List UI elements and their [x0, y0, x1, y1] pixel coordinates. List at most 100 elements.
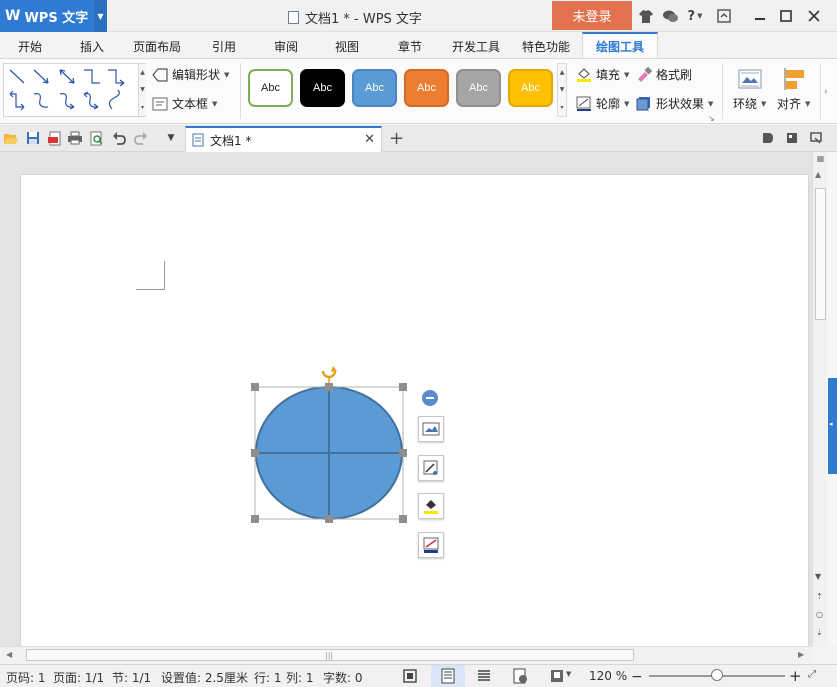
- shape-style-6[interactable]: Abc: [508, 69, 553, 107]
- tab-special-features[interactable]: 特色功能: [522, 38, 570, 55]
- fit-window-icon[interactable]: ⤢: [808, 669, 816, 680]
- edit-shape-button[interactable]: 编辑形状 ▼: [152, 66, 229, 83]
- tab-developer[interactable]: 开发工具: [452, 38, 500, 55]
- wrap-button[interactable]: 环绕 ▼: [733, 95, 766, 112]
- caret-down-icon[interactable]: ▼: [140, 86, 145, 93]
- document-tab-title: 文档1 *: [210, 133, 252, 148]
- redo-icon[interactable]: [133, 130, 149, 146]
- open-folder-icon[interactable]: [3, 130, 19, 146]
- fill-button[interactable]: 填充 ▼: [576, 66, 629, 83]
- web-view-icon[interactable]: [512, 668, 528, 684]
- align-icon[interactable]: [783, 67, 807, 91]
- zoom-slider[interactable]: [649, 669, 785, 681]
- zoom-level[interactable]: 120 %: [589, 669, 627, 683]
- zoom-slider-knob[interactable]: [711, 669, 723, 681]
- wrap-icon[interactable]: [738, 69, 762, 89]
- ribbon-scroll-right-icon[interactable]: ›: [824, 87, 828, 97]
- shape-style-3[interactable]: Abc: [352, 69, 397, 107]
- maximize-icon[interactable]: [776, 6, 796, 26]
- next-page-icon[interactable]: ⇣: [816, 628, 823, 637]
- restore-window-icon[interactable]: [714, 6, 734, 26]
- shape-style-2[interactable]: Abc: [300, 69, 345, 107]
- wrap-layout-tool[interactable]: [418, 416, 444, 442]
- select-browse-object-icon[interactable]: ○: [816, 610, 823, 619]
- previous-page-icon[interactable]: ⇡: [816, 592, 823, 601]
- dialog-launcher-icon[interactable]: ↘: [708, 114, 715, 123]
- outline-view-icon[interactable]: [476, 668, 492, 684]
- save-icon[interactable]: [25, 130, 41, 146]
- close-icon[interactable]: [804, 6, 824, 26]
- skin-icon[interactable]: [636, 6, 656, 26]
- format-painter-button[interactable]: 格式刷: [636, 66, 692, 83]
- minimize-icon[interactable]: [750, 6, 770, 26]
- new-tab-icon[interactable]: +: [389, 128, 404, 149]
- scroll-right-icon[interactable]: ▶: [798, 650, 804, 659]
- caret-up-icon[interactable]: ▲: [560, 69, 565, 76]
- tab-insert[interactable]: 插入: [80, 38, 104, 55]
- outline-button[interactable]: 轮廓 ▼: [576, 95, 629, 112]
- gallery-scroll[interactable]: ▲ ▼ ▾: [138, 64, 146, 116]
- caret-down-icon[interactable]: ▼: [560, 86, 565, 93]
- scroll-down-icon[interactable]: ▼: [815, 572, 821, 581]
- help-button[interactable]: ? ▼: [682, 6, 708, 26]
- chevron-left-icon: ◂: [829, 420, 833, 428]
- tab-view[interactable]: 视图: [335, 38, 359, 55]
- horizontal-scroll-thumb[interactable]: |||: [26, 649, 634, 661]
- print-preview-icon[interactable]: [89, 130, 105, 146]
- wps-app-menu-button[interactable]: W WPS 文字: [0, 0, 94, 32]
- login-button[interactable]: 未登录: [552, 1, 632, 30]
- word-count[interactable]: 字数: 0: [323, 669, 363, 686]
- more-icon[interactable]: ▾: [560, 104, 563, 111]
- text-box-button[interactable]: 文本框 ▼: [152, 95, 217, 112]
- line-shapes-gallery[interactable]: ▲ ▼ ▾: [3, 63, 146, 117]
- split-view-icon[interactable]: ▦: [815, 154, 826, 165]
- view-icon[interactable]: [760, 130, 776, 146]
- scroll-up-icon[interactable]: ▲: [815, 170, 821, 179]
- vertical-scroll-thumb[interactable]: [815, 188, 826, 320]
- app-name: WPS 文字: [24, 10, 89, 26]
- line-style-tool[interactable]: [418, 532, 444, 558]
- app-menu-dropdown-button[interactable]: ▼: [94, 0, 107, 32]
- shape-style-label: Abc: [261, 82, 280, 94]
- shape-fill-tool[interactable]: [418, 493, 444, 519]
- tab-home[interactable]: 开始: [18, 38, 42, 55]
- tab-sections[interactable]: 章节: [398, 38, 422, 55]
- grip-icon: |||: [325, 651, 334, 660]
- vertical-scrollbar[interactable]: ▦ ▲ ▼ ⇡ ○ ⇣: [812, 152, 827, 646]
- reading-view-button[interactable]: ▼: [549, 668, 573, 684]
- tab-drawing-tools[interactable]: 绘图工具: [582, 32, 658, 59]
- document-icon: [192, 133, 204, 147]
- align-button[interactable]: 对齐 ▼: [777, 95, 810, 112]
- customize-toolbar-icon[interactable]: ▼: [163, 130, 179, 146]
- caret-up-icon[interactable]: ▲: [140, 69, 145, 76]
- zoom-out-icon[interactable]: −: [631, 669, 643, 685]
- export-pdf-icon[interactable]: [47, 130, 63, 146]
- close-tab-icon[interactable]: ✕: [364, 132, 375, 147]
- shape-outline-tool[interactable]: [418, 455, 444, 481]
- tab-page-layout[interactable]: 页面布局: [133, 38, 181, 55]
- zoom-in-icon[interactable]: +: [789, 667, 802, 685]
- ellipse-shape[interactable]: [251, 363, 407, 523]
- task-pane-toggle[interactable]: ◂: [828, 378, 837, 474]
- row-indicator: 行: 1: [254, 671, 282, 685]
- more-icon[interactable]: ▾: [141, 104, 144, 111]
- page-view-button[interactable]: [431, 665, 465, 687]
- undo-icon[interactable]: [111, 130, 127, 146]
- scroll-left-icon[interactable]: ◀: [6, 650, 12, 659]
- shape-effects-button[interactable]: 形状效果 ▼: [636, 95, 713, 112]
- tab-references[interactable]: 引用: [212, 38, 236, 55]
- chat-icon[interactable]: [660, 6, 680, 26]
- document-page[interactable]: [21, 175, 808, 646]
- shape-style-5[interactable]: Abc: [456, 69, 501, 107]
- ribbon-toggle-icon[interactable]: [808, 130, 824, 146]
- shape-style-4[interactable]: Abc: [404, 69, 449, 107]
- collapse-tools-icon[interactable]: [422, 390, 438, 406]
- full-screen-icon[interactable]: [402, 668, 418, 684]
- horizontal-scrollbar[interactable]: ◀ ||| ▶: [0, 646, 812, 663]
- print-icon[interactable]: [67, 130, 83, 146]
- pane-icon[interactable]: [784, 130, 800, 146]
- tab-review[interactable]: 审阅: [274, 38, 298, 55]
- document-tab[interactable]: 文档1 * ✕: [185, 126, 382, 152]
- shape-style-1[interactable]: Abc: [248, 69, 293, 107]
- styles-gallery-scroll[interactable]: ▲ ▼ ▾: [557, 63, 567, 117]
